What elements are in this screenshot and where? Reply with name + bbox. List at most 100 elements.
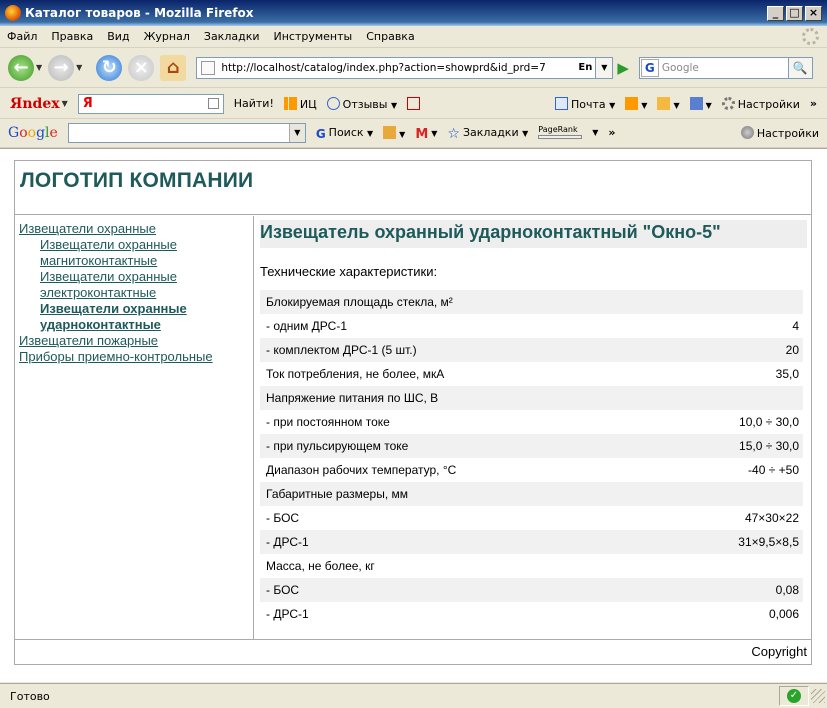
yandex-reviews-button[interactable]: Отзывы ▼ <box>326 96 397 111</box>
spec-label: - при постоянном токе <box>260 410 662 434</box>
menu-view[interactable]: Вид <box>100 30 136 43</box>
google-search-button[interactable]: G Поиск ▼ <box>316 125 373 141</box>
menu-edit[interactable]: Правка <box>44 30 100 43</box>
spec-value <box>661 482 803 506</box>
spec-label: Габаритные размеры, мм <box>260 482 662 506</box>
page-header: ЛОГОТИП КОМПАНИИ <box>15 161 811 215</box>
yandex-feeds-button[interactable]: ▼ <box>625 96 647 111</box>
yandex-menu-dropdown[interactable]: ▼ <box>62 99 68 108</box>
spec-value: -40 ÷ +50 <box>661 458 803 482</box>
search-engine-icon[interactable]: G <box>640 58 659 77</box>
gmail-button[interactable]: M ▼ <box>415 126 437 142</box>
pagerank-dropdown[interactable]: ▼ <box>592 128 598 137</box>
resize-grip[interactable] <box>811 689 825 703</box>
spec-value: 31×9,5×8,5 <box>661 530 803 554</box>
yandex-mail-button[interactable]: Почта ▼ <box>554 96 615 111</box>
signal-bars-icon <box>283 96 297 110</box>
search-button[interactable]: 🔍 <box>788 56 813 79</box>
yandex-red-icon[interactable] <box>407 96 423 111</box>
specs-table: Блокируемая площадь стекла, м² - одним ДР… <box>260 290 803 626</box>
search-box[interactable]: G Google <box>638 56 789 79</box>
google-search-input[interactable]: ▼ <box>67 122 306 143</box>
spec-label: Ток потребления, не более, мкА <box>260 362 662 386</box>
yandex-settings-button[interactable]: Настройки <box>721 96 800 111</box>
url-history-dropdown[interactable]: ▼ <box>596 56 614 79</box>
spec-label: - ДРС-1 <box>260 602 662 626</box>
search-input-placeholder[interactable]: Google <box>662 62 699 74</box>
yandex-find-button[interactable]: Найти! <box>234 97 274 110</box>
check-icon: ✓ <box>787 689 801 703</box>
settings-circle-icon <box>740 125 754 139</box>
table-row: Напряжение питания по ШС, В <box>260 386 803 410</box>
sidebar-item-control-panels[interactable]: Приборы приемно-контрольные <box>19 349 249 365</box>
spec-label: Блокируемая площадь стекла, м² <box>260 290 662 314</box>
google-bookmarks-label: Закладки <box>462 126 519 139</box>
yandex-mail-label: Почта <box>570 97 606 111</box>
google-bookmarks-button[interactable]: ☆ Закладки ▼ <box>447 126 528 142</box>
product-content: Извещатель охранный ударноконтактный "Ок… <box>255 216 811 639</box>
sidebar-item-shock-contact[interactable]: Извещатели охранные ударноконтактные <box>19 301 249 333</box>
address-bar[interactable]: http://localhost/catalog/index.php?actio… <box>196 56 597 79</box>
yandex-search-input[interactable]: Я <box>77 93 224 114</box>
spec-label: - БОС <box>260 578 662 602</box>
menu-tools[interactable]: Инструменты <box>267 30 360 43</box>
google-settings-button[interactable]: Настройки <box>740 125 819 140</box>
yandex-bookmark-button[interactable]: ▼ <box>689 96 712 111</box>
google-puzzle-button[interactable]: ▼ <box>383 125 405 140</box>
status-check-cell[interactable]: ✓ <box>779 686 809 706</box>
spec-label: - ДРС-1 <box>260 530 662 554</box>
spec-value: 35,0 <box>661 362 803 386</box>
table-row: - комплектом ДРС-1 (5 шт.) 20 <box>260 338 803 362</box>
google-search-dropdown[interactable]: ▼ <box>288 123 305 142</box>
back-button[interactable]: ← <box>8 54 34 81</box>
go-button[interactable]: ▶ <box>617 59 629 77</box>
home-button[interactable]: ⌂ <box>160 54 187 81</box>
yandex-folder-button[interactable]: ▼ <box>657 96 680 111</box>
back-history-dropdown[interactable]: ▼ <box>36 63 42 72</box>
forward-button[interactable]: → <box>48 54 75 81</box>
menu-help[interactable]: Справка <box>359 30 421 43</box>
spec-value <box>661 554 803 578</box>
spec-value: 0,08 <box>661 578 803 602</box>
status-text: Готово <box>10 689 50 703</box>
yandex-ic-button[interactable]: ИЦ <box>283 96 317 111</box>
yandex-input-prefix: Я <box>82 96 93 111</box>
menu-history[interactable]: Журнал <box>137 30 197 43</box>
yandex-logo[interactable]: Яndex <box>10 96 60 112</box>
minimize-button[interactable]: _ <box>767 5 784 21</box>
star-icon: ☆ <box>447 126 460 142</box>
spec-value: 15,0 ÷ 30,0 <box>661 434 803 458</box>
spec-label: - комплектом ДРС-1 (5 шт.) <box>260 338 662 362</box>
sidebar-item-electro-contact[interactable]: Извещатели охранные электроконтактные <box>19 269 249 301</box>
yandex-overflow-chevron[interactable]: » <box>810 97 817 110</box>
yandex-checkbox[interactable] <box>207 98 219 109</box>
spec-value <box>661 386 803 410</box>
yandex-ic-label: ИЦ <box>299 97 317 111</box>
spec-value: 0,006 <box>661 602 803 626</box>
forward-history-dropdown[interactable]: ▼ <box>76 63 82 72</box>
sidebar-item-magnetic-contact[interactable]: Извещатели охранные магнитоконтактные <box>19 237 249 269</box>
reload-button[interactable]: ↻ <box>96 54 123 81</box>
runner-icon <box>407 96 421 110</box>
google-overflow-chevron[interactable]: » <box>608 126 615 139</box>
envelope-icon <box>554 96 568 110</box>
menu-bookmarks[interactable]: Закладки <box>197 30 267 43</box>
menu-file[interactable]: Файл <box>0 30 44 43</box>
feed-icon <box>625 96 639 110</box>
google-logo[interactable]: Google <box>8 125 58 141</box>
stop-button[interactable]: × <box>128 54 155 81</box>
table-row: Масса, не более, кг <box>260 554 803 578</box>
language-indicator[interactable]: En <box>578 62 592 73</box>
maximize-button[interactable]: □ <box>786 5 803 21</box>
url-text[interactable]: http://localhost/catalog/index.php?actio… <box>221 62 578 74</box>
close-window-button[interactable]: × <box>805 5 822 21</box>
sidebar-item-security-detectors[interactable]: Извещатели охранные <box>19 221 249 237</box>
spec-value: 4 <box>661 314 803 338</box>
menu-bar: Файл Правка Вид Журнал Закладки Инструме… <box>0 26 827 48</box>
google-search-label: Поиск <box>328 125 364 139</box>
sidebar-item-fire-detectors[interactable]: Извещатели пожарные <box>19 333 249 349</box>
table-row: - БОС 47×30×22 <box>260 506 803 530</box>
puzzle-icon <box>383 125 397 139</box>
pagerank-indicator[interactable]: PageRank <box>538 125 583 139</box>
pagerank-label: PageRank <box>538 125 578 134</box>
